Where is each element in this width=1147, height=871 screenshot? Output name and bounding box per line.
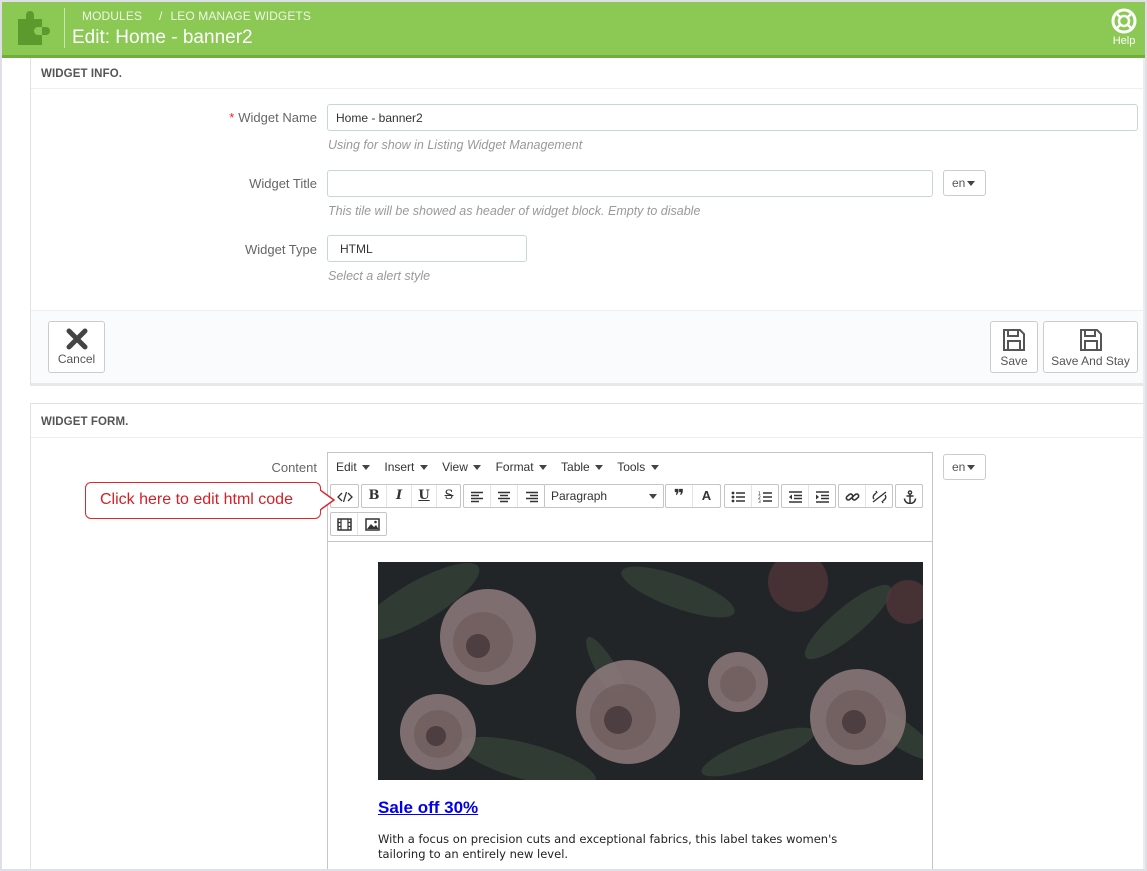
widget-type-field[interactable]: HTML [327, 235, 527, 262]
menu-insert[interactable]: Insert [384, 460, 428, 474]
editor-toolbar: B I U S Paragraph ❞ A 1 2 3 [330, 484, 930, 508]
widget-title-language-dropdown[interactable]: en [943, 170, 986, 196]
code-icon [336, 491, 353, 502]
floppy-disk-icon [1079, 329, 1102, 351]
menu-table[interactable]: Table [561, 460, 604, 474]
strikethrough-icon: S [444, 488, 454, 503]
app-window: MODULES / LEO MANAGE WIDGETS Edit: Home - … [2, 2, 1145, 869]
content-language-dropdown[interactable]: en [943, 454, 986, 480]
help-button[interactable]: Help [1109, 8, 1139, 47]
bold-icon: B [368, 488, 380, 503]
insert-image-button[interactable] [359, 513, 386, 535]
help-label: Help [1112, 35, 1136, 47]
menu-edit[interactable]: Edit [336, 460, 371, 474]
indent-button[interactable] [809, 485, 836, 507]
menu-tools[interactable]: Tools [617, 460, 659, 474]
align-right-button[interactable] [518, 485, 545, 507]
widget-info-heading: WIDGET INFO. [31, 58, 1145, 89]
widget-form-heading: WIDGET FORM. [31, 404, 1145, 438]
align-center-button[interactable] [491, 485, 518, 507]
align-right-icon [525, 491, 538, 502]
image-icon [365, 518, 380, 531]
callout-pointer-icon [320, 489, 336, 511]
insert-link-button[interactable] [839, 485, 866, 507]
numbered-list-button[interactable]: 123 [752, 485, 779, 507]
widget-type-hint: Select a alert style [328, 269, 431, 283]
rich-text-editor: Edit Insert View Format Table Tools B I [327, 452, 933, 869]
caret-down-icon [967, 465, 976, 471]
widget-name-input[interactable]: Home - banner2 [327, 104, 1138, 131]
header-bar: MODULES / LEO MANAGE WIDGETS Edit: Home - … [2, 2, 1145, 58]
floral-banner-picture [378, 562, 923, 780]
underline-button[interactable]: U [412, 485, 437, 507]
remove-link-button[interactable] [866, 485, 893, 507]
insert-media-button[interactable] [331, 513, 358, 535]
svg-text:3: 3 [758, 499, 761, 503]
text-color-icon: A [701, 488, 712, 503]
film-icon [336, 518, 352, 531]
close-icon [66, 328, 87, 350]
quote-icon: ❞ [673, 486, 685, 506]
indent-icon [816, 490, 829, 503]
italic-icon: I [395, 488, 403, 503]
bullet-list-button[interactable] [725, 485, 752, 507]
content-label: Content [271, 460, 317, 475]
save-button[interactable]: Save [990, 321, 1038, 373]
caret-down-icon [967, 181, 976, 187]
anchor-button[interactable] [896, 485, 923, 507]
banner-heading-link[interactable]: Sale off 30% [378, 798, 478, 818]
widget-form-panel: WIDGET FORM. Content en Edit Insert View… [30, 403, 1145, 869]
panel-footer: Cancel Save Save And Stay [31, 310, 1145, 386]
unlink-icon [872, 490, 887, 503]
cancel-button[interactable]: Cancel [48, 321, 105, 373]
text-color-button[interactable]: A [693, 485, 720, 507]
annotation-callout: Click here to edit html code [85, 482, 321, 519]
widget-title-input[interactable] [327, 170, 933, 197]
blockquote-button[interactable]: ❞ [666, 485, 693, 507]
editor-content-area[interactable]: Sale off 30% With a focus on precision c… [328, 541, 932, 869]
anchor-icon [903, 489, 916, 504]
widget-name-label: * Widget Name [229, 110, 317, 125]
breadcrumb-leo-manage-widgets[interactable]: LEO MANAGE WIDGETS [170, 9, 311, 23]
strikethrough-button[interactable]: S [437, 485, 461, 507]
align-center-icon [498, 491, 510, 502]
widget-type-label: Widget Type [244, 242, 317, 257]
page-title: Edit: Home - banner2 [72, 27, 253, 48]
widget-title-label: Widget Title [249, 176, 317, 191]
widget-name-hint: Using for show in Listing Widget Managem… [328, 138, 583, 152]
puzzle-logo-icon [18, 11, 50, 45]
underline-icon: U [418, 488, 430, 503]
editor-toolbar-row2 [330, 512, 390, 536]
widget-info-panel: WIDGET INFO. * Widget Name Home - banner2… [30, 58, 1145, 386]
menu-format[interactable]: Format [496, 460, 547, 474]
menu-view[interactable]: View [442, 460, 482, 474]
bullet-list-icon [731, 491, 745, 502]
banner-description: With a focus on precision cuts and excep… [378, 832, 838, 861]
align-left-button[interactable] [464, 485, 491, 507]
block-format-select[interactable]: Paragraph [544, 484, 664, 508]
numbered-list-icon: 123 [758, 491, 772, 505]
editor-menubar: Edit Insert View Format Table Tools [328, 453, 932, 483]
lifebuoy-icon [1111, 8, 1137, 34]
breadcrumb: MODULES / LEO MANAGE WIDGETS [82, 9, 311, 23]
outdent-button[interactable] [782, 485, 809, 507]
floppy-disk-icon [1003, 329, 1025, 351]
bold-button[interactable]: B [362, 485, 387, 507]
save-and-stay-button[interactable]: Save And Stay [1043, 321, 1138, 373]
italic-button[interactable]: I [387, 485, 412, 507]
widget-title-hint: This tile will be showed as header of wi… [328, 204, 701, 218]
header-divider [64, 8, 65, 48]
breadcrumb-modules[interactable]: MODULES [82, 9, 142, 23]
align-left-icon [471, 491, 483, 502]
link-icon [845, 492, 859, 501]
banner-image [378, 562, 923, 780]
outdent-icon [788, 490, 802, 503]
page-scrollbar[interactable] [1143, 58, 1145, 869]
caret-down-icon [649, 494, 657, 499]
